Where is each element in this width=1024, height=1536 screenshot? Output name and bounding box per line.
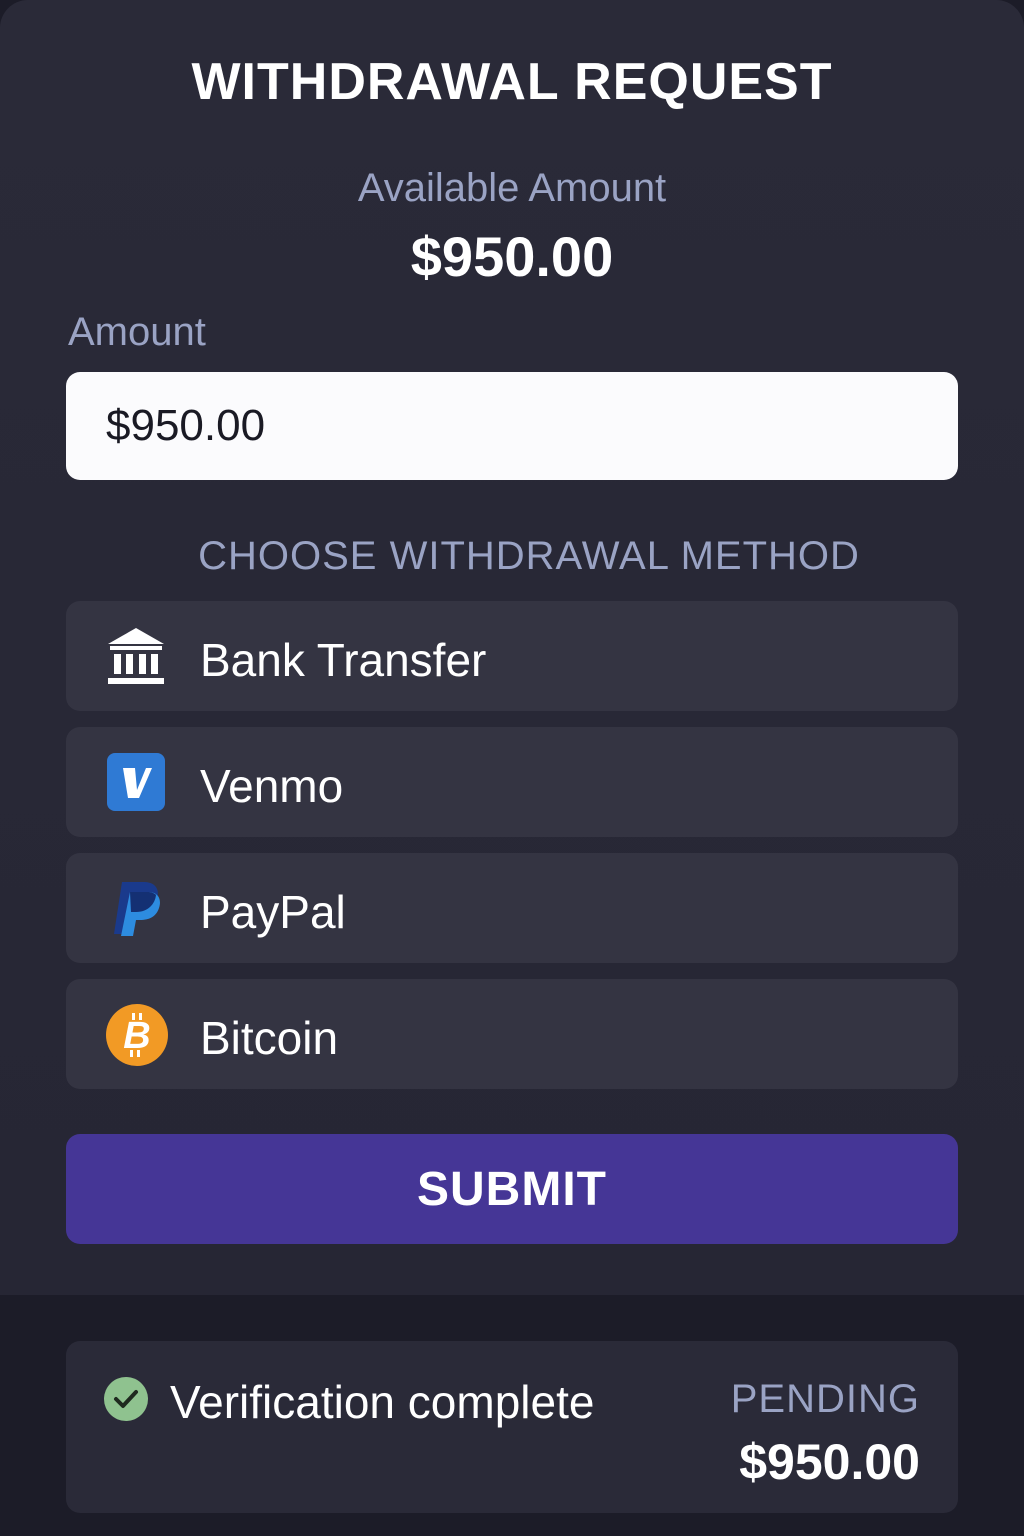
- method-option-paypal[interactable]: PayPal: [66, 853, 958, 963]
- method-option-bitcoin[interactable]: B Bitcoin: [66, 979, 958, 1089]
- venmo-icon: [106, 752, 166, 812]
- page-title: WITHDRAWAL REQUEST: [191, 53, 833, 111]
- method-label-venmo: Venmo: [200, 760, 344, 812]
- pending-status-label: PENDING: [730, 1377, 920, 1421]
- method-label-bank-transfer: Bank Transfer: [200, 634, 487, 686]
- bitcoin-icon: B: [106, 1004, 168, 1066]
- method-option-bank-transfer[interactable]: Bank Transfer: [66, 601, 958, 711]
- available-amount-label: Available Amount: [357, 166, 667, 210]
- pending-amount: $950.00: [739, 1434, 920, 1490]
- method-label-bitcoin: Bitcoin: [200, 1012, 339, 1064]
- submit-button[interactable]: SUBMIT: [66, 1134, 958, 1244]
- paypal-icon: [106, 878, 166, 938]
- withdrawal-method-heading: CHOOSE WITHDRAWAL METHOD: [198, 534, 860, 578]
- withdrawal-panel: WITHDRAWAL REQUEST Available Amount $950…: [0, 0, 1024, 1295]
- status-card: Verification complete PENDING $950.00: [66, 1341, 958, 1513]
- available-amount-value: $950.00: [410, 225, 614, 288]
- bank-icon: [106, 626, 166, 686]
- amount-field-label: Amount: [68, 310, 206, 354]
- amount-input[interactable]: [66, 372, 958, 480]
- method-label-paypal: PayPal: [200, 886, 346, 938]
- method-option-venmo[interactable]: Venmo: [66, 727, 958, 837]
- check-circle-icon: [104, 1377, 148, 1421]
- verification-status-text: Verification complete: [170, 1376, 595, 1428]
